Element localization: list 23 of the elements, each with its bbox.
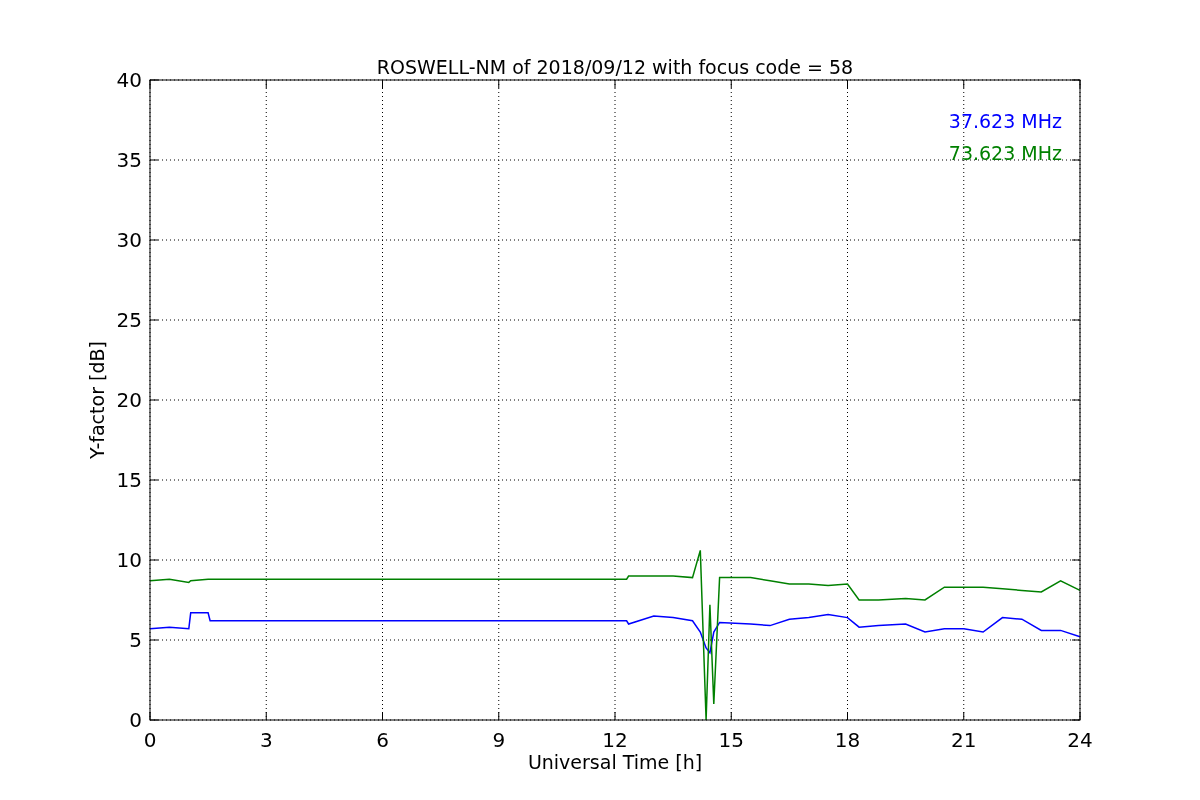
x-tick-label: 24 xyxy=(1067,728,1093,752)
chart-title: ROSWELL-NM of 2018/09/12 with focus code = 58 xyxy=(376,56,854,78)
y-tick-label: 20 xyxy=(116,388,142,412)
y-tick-label: 40 xyxy=(116,68,142,92)
y-tick-label: 15 xyxy=(116,468,142,492)
y-tick-label: 5 xyxy=(129,628,142,652)
x-axis-label: Universal Time [h] xyxy=(527,751,703,773)
y-tick-label: 30 xyxy=(116,228,142,252)
x-tick-label: 6 xyxy=(376,728,389,752)
x-tick-label: 9 xyxy=(492,728,506,752)
legend-label: 73.623 MHz xyxy=(948,142,1062,164)
x-tick-label: 0 xyxy=(143,728,157,752)
x-tick-label: 15 xyxy=(718,728,744,752)
x-tick-label: 21 xyxy=(951,728,977,752)
y-tick-label: 0 xyxy=(129,708,142,732)
y-axis-label: Y-factor [dB] xyxy=(86,341,108,459)
y-tick-label: 10 xyxy=(116,548,142,572)
x-tick-label: 3 xyxy=(259,728,273,752)
x-tick-label: 18 xyxy=(834,728,861,752)
y-tick-label: 35 xyxy=(116,148,142,172)
legend-label: 37.623 MHz xyxy=(948,110,1062,132)
y-tick-label: 25 xyxy=(116,308,142,332)
x-tick-label: 12 xyxy=(602,728,628,752)
